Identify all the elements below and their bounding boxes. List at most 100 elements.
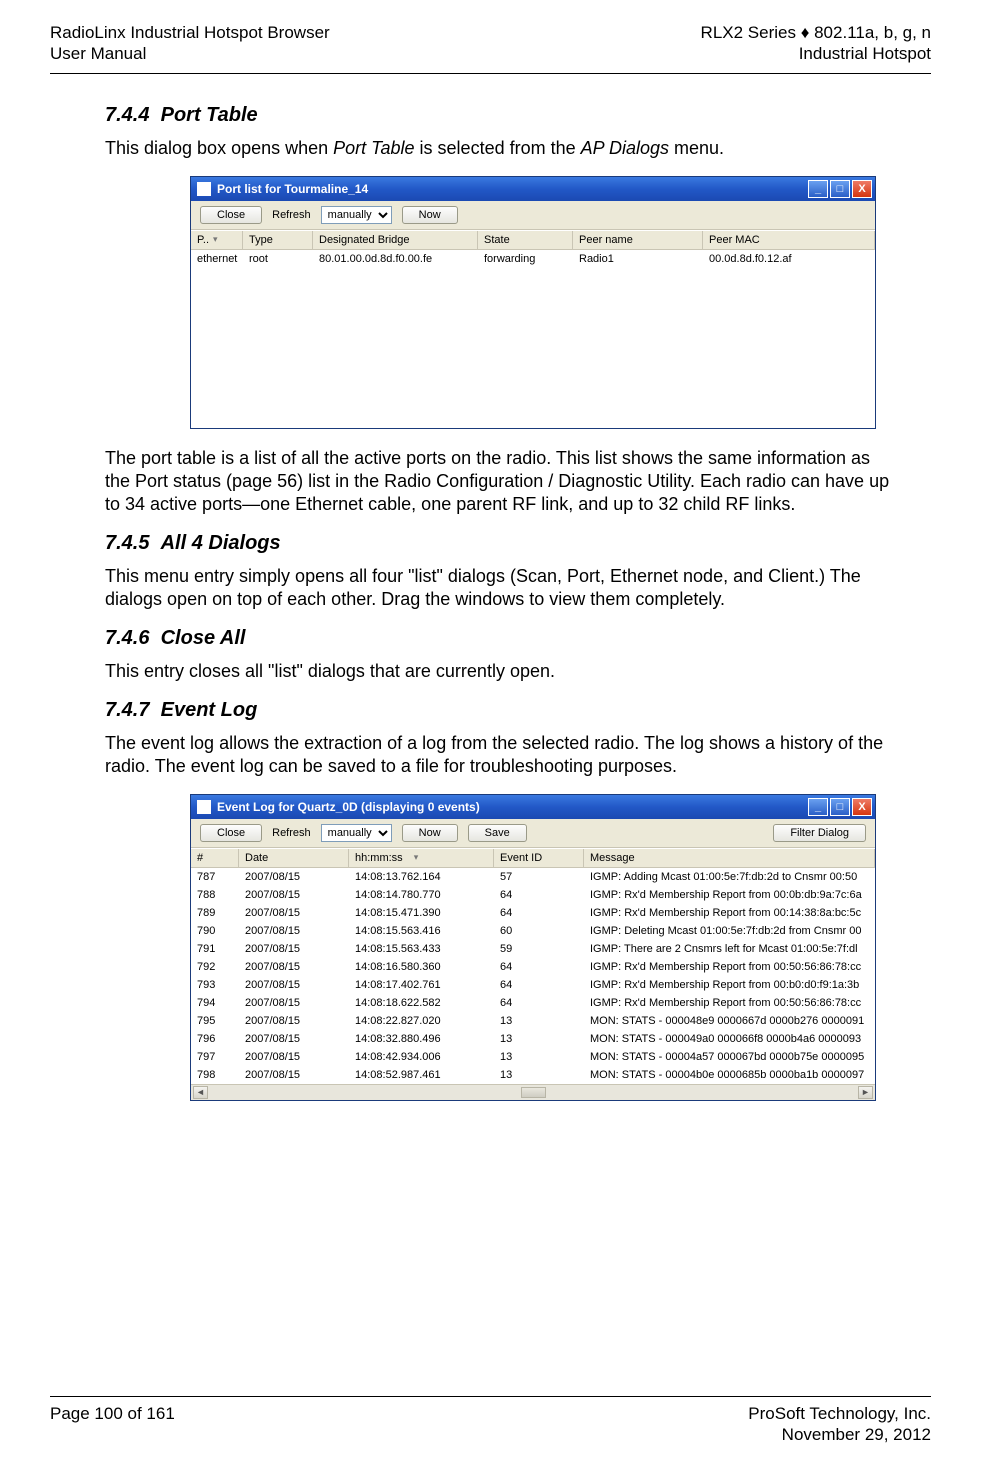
close-icon: X bbox=[858, 183, 865, 195]
table-row[interactable]: 7972007/08/1514:08:42.934.00613MON: STAT… bbox=[191, 1048, 875, 1066]
scroll-thumb[interactable] bbox=[521, 1087, 546, 1098]
port-col-p[interactable]: P..▾ bbox=[191, 231, 243, 249]
close-window-button[interactable]: X bbox=[852, 798, 872, 816]
heading-744-num: 7.4.4 bbox=[105, 104, 149, 126]
intro-744-d: AP Dialogs bbox=[581, 138, 669, 158]
ev-col-date[interactable]: Date bbox=[239, 849, 349, 867]
header-right: RLX2 Series ♦ 802.11a, b, g, n Industria… bbox=[701, 22, 931, 65]
port-list-window: Port list for Tourmaline_14 _ □ X Close … bbox=[190, 176, 876, 429]
intro-744-a: This dialog box opens when bbox=[105, 138, 333, 158]
heading-746-num: 7.4.6 bbox=[105, 627, 149, 649]
maximize-button[interactable]: □ bbox=[830, 180, 850, 198]
cell: MON: STATS - 00004a57 000067bd 0000b75e … bbox=[584, 1048, 875, 1066]
horizontal-scrollbar[interactable]: ◄ ► bbox=[191, 1084, 875, 1100]
content: 7.4.4 Port Table This dialog box opens w… bbox=[50, 74, 900, 1101]
table-row[interactable]: 7882007/08/1514:08:14.780.77064IGMP: Rx'… bbox=[191, 886, 875, 904]
cell: 14:08:42.934.006 bbox=[349, 1048, 494, 1066]
cell: 798 bbox=[191, 1066, 239, 1084]
cell: 14:08:22.827.020 bbox=[349, 1012, 494, 1030]
cell: 2007/08/15 bbox=[239, 904, 349, 922]
cell: 795 bbox=[191, 1012, 239, 1030]
cell: 64 bbox=[494, 994, 584, 1012]
cell: 787 bbox=[191, 868, 239, 886]
body-745: This menu entry simply opens all four "l… bbox=[105, 565, 900, 611]
port-col-type[interactable]: Type bbox=[243, 231, 313, 249]
cell: 793 bbox=[191, 976, 239, 994]
cell: 14:08:32.880.496 bbox=[349, 1030, 494, 1048]
cell: 14:08:15.471.390 bbox=[349, 904, 494, 922]
cell: 790 bbox=[191, 922, 239, 940]
refresh-label: Refresh bbox=[272, 827, 311, 839]
cell: 64 bbox=[494, 958, 584, 976]
table-row[interactable]: 7922007/08/1514:08:16.580.36064IGMP: Rx'… bbox=[191, 958, 875, 976]
cell-peer: Radio1 bbox=[573, 250, 703, 268]
maximize-icon: □ bbox=[837, 801, 844, 813]
footer-left: Page 100 of 161 bbox=[50, 1403, 175, 1446]
heading-745-title: All 4 Dialogs bbox=[161, 532, 281, 554]
header-left-1: RadioLinx Industrial Hotspot Browser bbox=[50, 22, 330, 43]
ev-col-time[interactable]: hh:mm:ss ▾ bbox=[349, 849, 494, 867]
minimize-button[interactable]: _ bbox=[808, 798, 828, 816]
header-left: RadioLinx Industrial Hotspot Browser Use… bbox=[50, 22, 330, 65]
close-icon: X bbox=[858, 801, 865, 813]
port-col-peer[interactable]: Peer name bbox=[573, 231, 703, 249]
refresh-select[interactable]: manually bbox=[321, 824, 392, 842]
now-button[interactable]: Now bbox=[402, 824, 458, 842]
port-col-bridge[interactable]: Designated Bridge bbox=[313, 231, 478, 249]
cell-type: root bbox=[243, 250, 313, 268]
maximize-button[interactable]: □ bbox=[830, 798, 850, 816]
cell: 789 bbox=[191, 904, 239, 922]
save-button[interactable]: Save bbox=[468, 824, 527, 842]
heading-747-num: 7.4.7 bbox=[105, 699, 149, 721]
cell: IGMP: Rx'd Membership Report from 00:0b:… bbox=[584, 886, 875, 904]
close-window-button[interactable]: X bbox=[852, 180, 872, 198]
after-744: The port table is a list of all the acti… bbox=[105, 447, 900, 516]
table-row[interactable]: 7902007/08/1514:08:15.563.41660IGMP: Del… bbox=[191, 922, 875, 940]
heading-747: 7.4.7 Event Log bbox=[105, 699, 900, 722]
ev-col-time-label: hh:mm:ss bbox=[355, 852, 403, 864]
close-button[interactable]: Close bbox=[200, 206, 262, 224]
ev-col-eid[interactable]: Event ID bbox=[494, 849, 584, 867]
table-row[interactable]: 7912007/08/1514:08:15.563.43359IGMP: The… bbox=[191, 940, 875, 958]
table-row[interactable]: 7932007/08/1514:08:17.402.76164IGMP: Rx'… bbox=[191, 976, 875, 994]
scroll-left-icon[interactable]: ◄ bbox=[193, 1086, 208, 1099]
ev-col-msg[interactable]: Message bbox=[584, 849, 875, 867]
refresh-select[interactable]: manually bbox=[321, 206, 392, 224]
header-right-1: RLX2 Series ♦ 802.11a, b, g, n bbox=[701, 22, 931, 43]
port-window-title: Port list for Tourmaline_14 bbox=[217, 182, 368, 196]
port-col-state[interactable]: State bbox=[478, 231, 573, 249]
footer-right-1: ProSoft Technology, Inc. bbox=[748, 1403, 931, 1424]
cell: IGMP: Adding Mcast 01:00:5e:7f:db:2d to … bbox=[584, 868, 875, 886]
minimize-button[interactable]: _ bbox=[808, 180, 828, 198]
table-row[interactable]: 7872007/08/1514:08:13.762.16457IGMP: Add… bbox=[191, 868, 875, 886]
table-row[interactable]: 7982007/08/1514:08:52.987.46113MON: STAT… bbox=[191, 1066, 875, 1084]
table-row[interactable]: 7942007/08/1514:08:18.622.58264IGMP: Rx'… bbox=[191, 994, 875, 1012]
cell: 59 bbox=[494, 940, 584, 958]
now-button[interactable]: Now bbox=[402, 206, 458, 224]
cell: MON: STATS - 000049a0 000066f8 0000b4a6 … bbox=[584, 1030, 875, 1048]
table-row[interactable]: 7962007/08/1514:08:32.880.49613MON: STAT… bbox=[191, 1030, 875, 1048]
intro-744: This dialog box opens when Port Table is… bbox=[105, 137, 900, 160]
cell: 14:08:17.402.761 bbox=[349, 976, 494, 994]
cell: 2007/08/15 bbox=[239, 868, 349, 886]
close-button[interactable]: Close bbox=[200, 824, 262, 842]
cell: MON: STATS - 000048e9 0000667d 0000b276 … bbox=[584, 1012, 875, 1030]
table-row[interactable]: 7892007/08/1514:08:15.471.39064IGMP: Rx'… bbox=[191, 904, 875, 922]
event-table-head: # Date hh:mm:ss ▾ Event ID Message bbox=[191, 848, 875, 868]
cell-peermac: 00.0d.8d.f0.12.af bbox=[703, 250, 875, 268]
intro-744-c: is selected from the bbox=[415, 138, 581, 158]
cell-p: ethernet bbox=[191, 250, 243, 268]
event-toolbar: Close Refresh manually Now Save Filter D… bbox=[191, 819, 875, 848]
event-log-window: Event Log for Quartz_0D (displaying 0 ev… bbox=[190, 794, 876, 1101]
port-col-peermac[interactable]: Peer MAC bbox=[703, 231, 875, 249]
cell: 2007/08/15 bbox=[239, 958, 349, 976]
cell: 2007/08/15 bbox=[239, 1012, 349, 1030]
filter-dialog-button[interactable]: Filter Dialog bbox=[773, 824, 866, 842]
cell: 2007/08/15 bbox=[239, 994, 349, 1012]
ev-col-num[interactable]: # bbox=[191, 849, 239, 867]
header-right-2: Industrial Hotspot bbox=[701, 43, 931, 64]
table-row[interactable]: 7952007/08/1514:08:22.827.02013MON: STAT… bbox=[191, 1012, 875, 1030]
table-row[interactable]: ethernet root 80.01.00.0d.8d.f0.00.fe fo… bbox=[191, 250, 875, 268]
page-footer: Page 100 of 161 ProSoft Technology, Inc.… bbox=[50, 1388, 931, 1446]
scroll-right-icon[interactable]: ► bbox=[858, 1086, 873, 1099]
